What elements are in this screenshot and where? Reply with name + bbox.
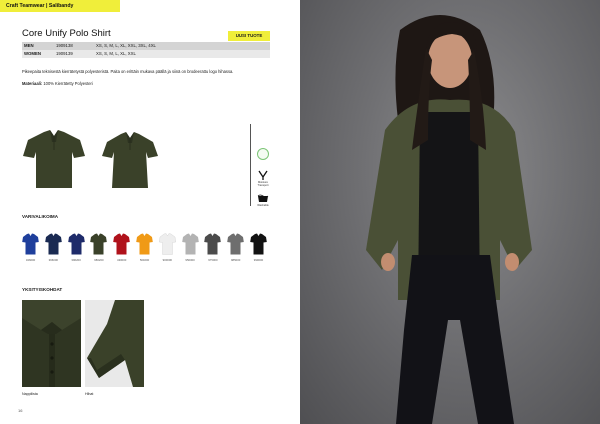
new-product-badge: UUSI TUOTE [228,31,270,41]
swatch-code: 985000 [231,258,241,262]
gender-label: MEN [24,43,34,48]
moisture-wicking-caption: Moisture Transport [257,181,269,187]
product-title: Core Unify Polo Shirt [22,28,111,39]
swatch-shirt-icon [250,233,267,255]
swatch-shirt-icon [181,233,199,255]
product-description: Pikeepaita teknisestä kierrätetystä poly… [22,69,234,74]
color-swatch: 564000 [136,233,153,262]
size-list: XS, S, M, L, XL, XXL [96,51,136,56]
color-swatch: 999000 [250,233,267,262]
sizes-table: MEN 1909138 XS, S, M, L, XL, XXL, 3XL, 4… [22,42,270,58]
article-code: 1909138 [56,43,73,48]
size-row-women: WOMEN 1909139 XS, S, M, L, XL, XXL [22,50,270,58]
polo-shirt-men-image [22,128,86,190]
brand-tab: Craft Teamwear | Salibandy [0,0,120,12]
model-photo-page [300,0,600,424]
detail-caption-sleeve: Hihat [85,392,94,396]
material-label: Materiaali: [22,81,43,86]
detail-image-placket [22,300,81,387]
color-swatch: 975000 [204,233,222,262]
color-swatch: 900000 [158,233,176,262]
divider-rule [250,124,251,206]
color-swatch: 686200 [90,233,108,262]
swatch-code: 975000 [208,258,218,262]
swatch-shirt-icon [44,233,62,255]
swatch-code: 430000 [117,258,127,262]
swatch-shirt-icon [136,233,153,255]
page-number: 16 [18,408,23,413]
color-swatch: 396000 [44,233,62,262]
swatch-code: 686200 [94,258,104,262]
swatch-code: 346000 [25,258,36,262]
color-swatch: 430000 [113,233,130,262]
detail-image-sleeve [85,300,144,387]
color-swatch: 396200 [67,233,85,262]
material-line: Materiaali: 100% Kierrätetty Polyesteri [22,81,93,86]
moisture-wicking-icon [257,170,269,181]
swatch-code: 396000 [48,258,58,262]
swatch-shirt-icon [158,233,176,255]
swatch-code: 564000 [139,258,150,262]
wash-icon [257,193,269,204]
swatch-code: 999000 [253,258,264,262]
color-swatch: 346000 [22,233,39,262]
swatch-code: 396200 [71,258,81,262]
gender-label: WOMEN [24,51,41,56]
color-swatch: 985000 [227,233,244,262]
catalog-left-page: Craft Teamwear | Salibandy Core Unify Po… [0,0,300,424]
swatch-shirt-icon [67,233,85,255]
swatch-code: 950000 [185,258,195,262]
color-section-label: VARIVALIKOIMA [22,214,59,219]
size-list: XS, S, M, L, XL, XXL, 3XL, 4XL [96,43,156,48]
swatch-shirt-icon [90,233,108,255]
polo-shirt-women-image [100,130,160,190]
recycled-icon [257,148,269,160]
article-code: 1909139 [56,51,73,56]
size-row-men: MEN 1909138 XS, S, M, L, XL, XXL, 3XL, 4… [22,42,270,50]
swatch-shirt-icon [22,233,39,255]
swatch-shirt-icon [113,233,130,255]
color-swatch-list: 346000 396000 396200 686200 430000 564000 9000… [22,233,267,262]
wash-caption: Washable [257,204,269,207]
swatch-code: 900000 [162,258,172,262]
detail-caption-placket: Nappilista [22,392,38,396]
swatch-shirt-icon [227,233,244,255]
model-photo [366,15,532,424]
color-swatch: 950000 [181,233,199,262]
swatch-shirt-icon [204,233,222,255]
details-section-label: YKSITYISKOHDAT [22,287,63,292]
material-value: 100% Kierrätetty Polyesteri [43,81,93,86]
